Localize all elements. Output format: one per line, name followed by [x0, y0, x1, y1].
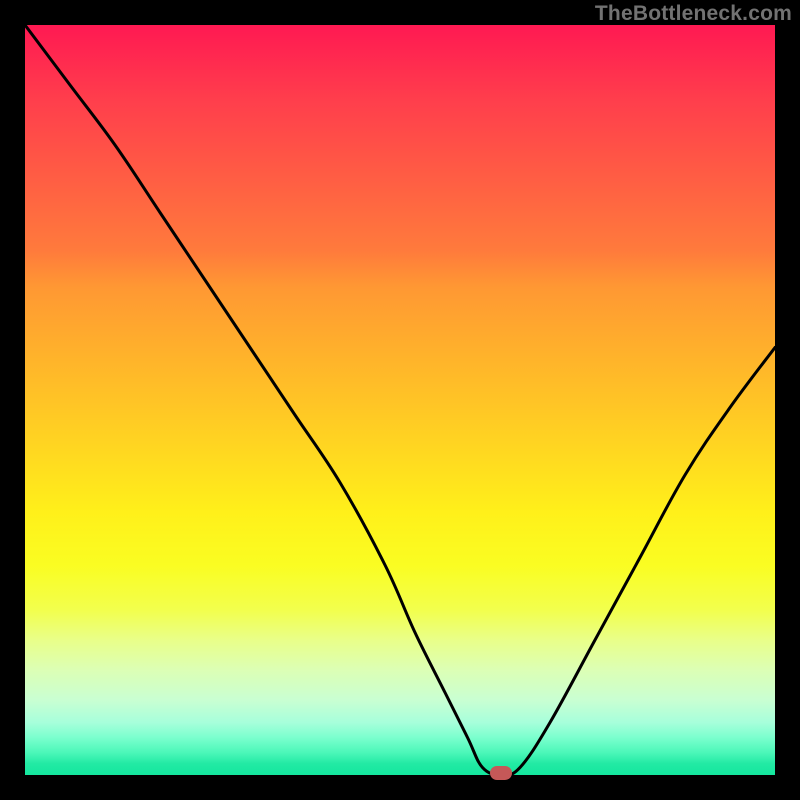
plot-area	[25, 25, 775, 775]
chart-container: TheBottleneck.com	[0, 0, 800, 800]
minimum-marker	[490, 766, 512, 780]
curve-svg	[25, 25, 775, 775]
bottleneck-curve	[25, 25, 775, 775]
watermark-text: TheBottleneck.com	[595, 2, 792, 26]
